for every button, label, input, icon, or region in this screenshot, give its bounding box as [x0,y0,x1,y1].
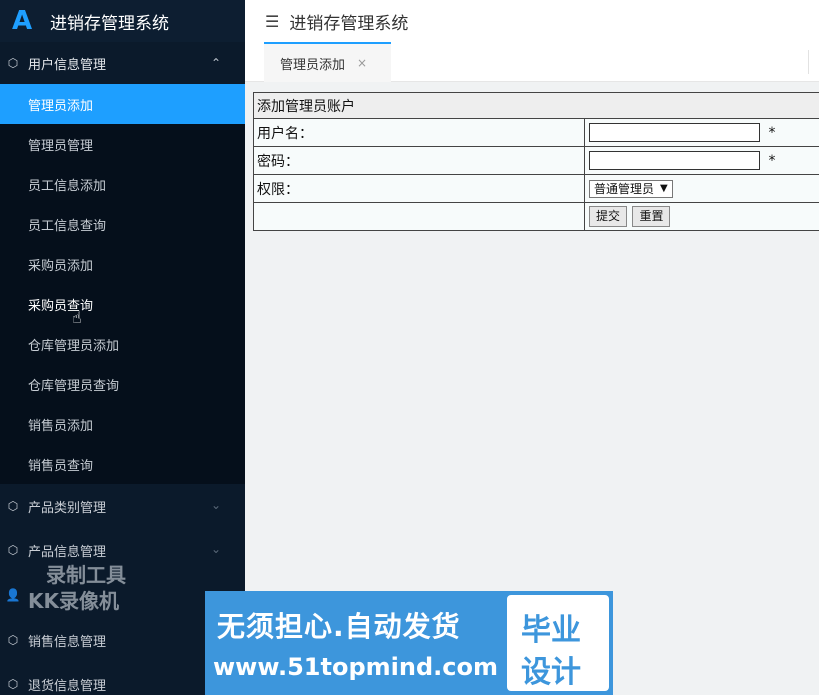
form-title: 添加管理员账户 [253,92,819,119]
chevron-down-icon: ⌄ [210,498,221,512]
sidebar-item-admin-add[interactable]: 管理员添加 [0,84,245,124]
sidebar-group-label: 产品类别管理 [28,500,107,516]
cube-icon: ⬡ [7,677,19,691]
role-select[interactable]: 普通管理员 ▼ [589,179,673,198]
sidebar-group-label: 退货信息管理 [28,678,107,694]
sidebar-item-sales-query[interactable]: 销售员查询 [0,444,245,484]
header-title: 进销存管理系统 [289,13,409,34]
banner-url: www.51topmind.com [213,653,498,681]
password-input[interactable] [589,151,760,170]
role-label: 权限： [253,174,585,203]
logo-bar[interactable]: A 进销存管理系统 [0,0,245,42]
sidebar-item-employee-add[interactable]: 员工信息添加 [0,164,245,204]
sidebar-item-warehouse-admin-add[interactable]: 仓库管理员添加 [0,324,245,364]
tab-admin-add[interactable]: 管理员添加 × [264,42,391,82]
role-select-value: 普通管理员 [594,182,655,196]
logo-icon: A [11,6,33,36]
watermark-line: KK录像机 [28,589,119,613]
promo-banner: 无须担心.自动发货 www.51topmind.com 毕业 设计 [205,591,613,695]
banner-left: 无须担心.自动发货 www.51topmind.com [205,591,505,695]
sidebar-group-product-category[interactable]: ⬡ 产品类别管理 ⌄ [0,484,245,528]
app-title: 进销存管理系统 [50,13,169,34]
banner-badge: 毕业 设计 [507,595,609,691]
cube-icon: ⬡ [7,56,19,70]
banner-slogan: 无须担心.自动发货 [217,610,461,643]
password-cell: * [584,146,819,175]
chevron-down-icon: ⌄ [210,542,221,556]
banner-badge-line: 毕业 [521,613,581,648]
watermark-line: 录制工具 [46,563,126,587]
hand-cursor-icon: ☝ [72,308,82,327]
sidebar-item-admin-manage[interactable]: 管理员管理 [0,124,245,164]
username-input[interactable] [589,123,760,142]
required-mark: * [768,152,776,169]
cube-icon: ⬡ [7,543,19,557]
tab-label: 管理员添加 [280,57,346,73]
role-cell: 普通管理员 ▼ [584,174,819,203]
recorder-watermark: 录制工具 KK录像机 [28,562,126,614]
reset-button[interactable]: 重置 [632,206,671,227]
sidebar-item-buyer-add[interactable]: 采购员添加 [0,244,245,284]
chevron-up-icon: ⌃ [210,56,221,70]
top-header: ☰ 进销存管理系统 [245,0,819,42]
admin-add-form: 添加管理员账户 用户名： * 密码： * 权限： 普通管理员 ▼ 提交 重置 [253,92,819,231]
user-icon: 👤 [5,588,21,602]
cube-icon: ⬡ [7,633,19,647]
tab-bar-divider [808,50,809,74]
username-cell: * [584,118,819,147]
actions-cell: 提交 重置 [584,202,819,231]
dropdown-arrow-icon: ▼ [660,183,668,194]
banner-badge-line: 设计 [521,655,581,690]
sidebar-group-label: 产品信息管理 [28,544,107,560]
empty-cell [253,202,585,231]
required-mark: * [768,124,776,141]
username-label: 用户名： [253,118,585,147]
tab-bar: 管理员添加 × [245,42,819,82]
close-icon[interactable]: × [357,56,367,70]
menu-toggle-icon[interactable]: ☰ [265,12,279,31]
sidebar-item-employee-query[interactable]: 员工信息查询 [0,204,245,244]
sidebar-item-buyer-query[interactable]: 采购员查询 [0,284,245,324]
sidebar-item-warehouse-admin-query[interactable]: 仓库管理员查询 [0,364,245,404]
submit-button[interactable]: 提交 [589,206,628,227]
cube-icon: ⬡ [7,499,19,513]
sidebar-group-label: 销售信息管理 [28,634,107,650]
sidebar-item-sales-add[interactable]: 销售员添加 [0,404,245,444]
password-label: 密码： [253,146,585,175]
sidebar-group-user-info[interactable]: ⬡ 用户信息管理 ⌃ [0,42,245,84]
sidebar-group-label: 用户信息管理 [28,57,107,73]
